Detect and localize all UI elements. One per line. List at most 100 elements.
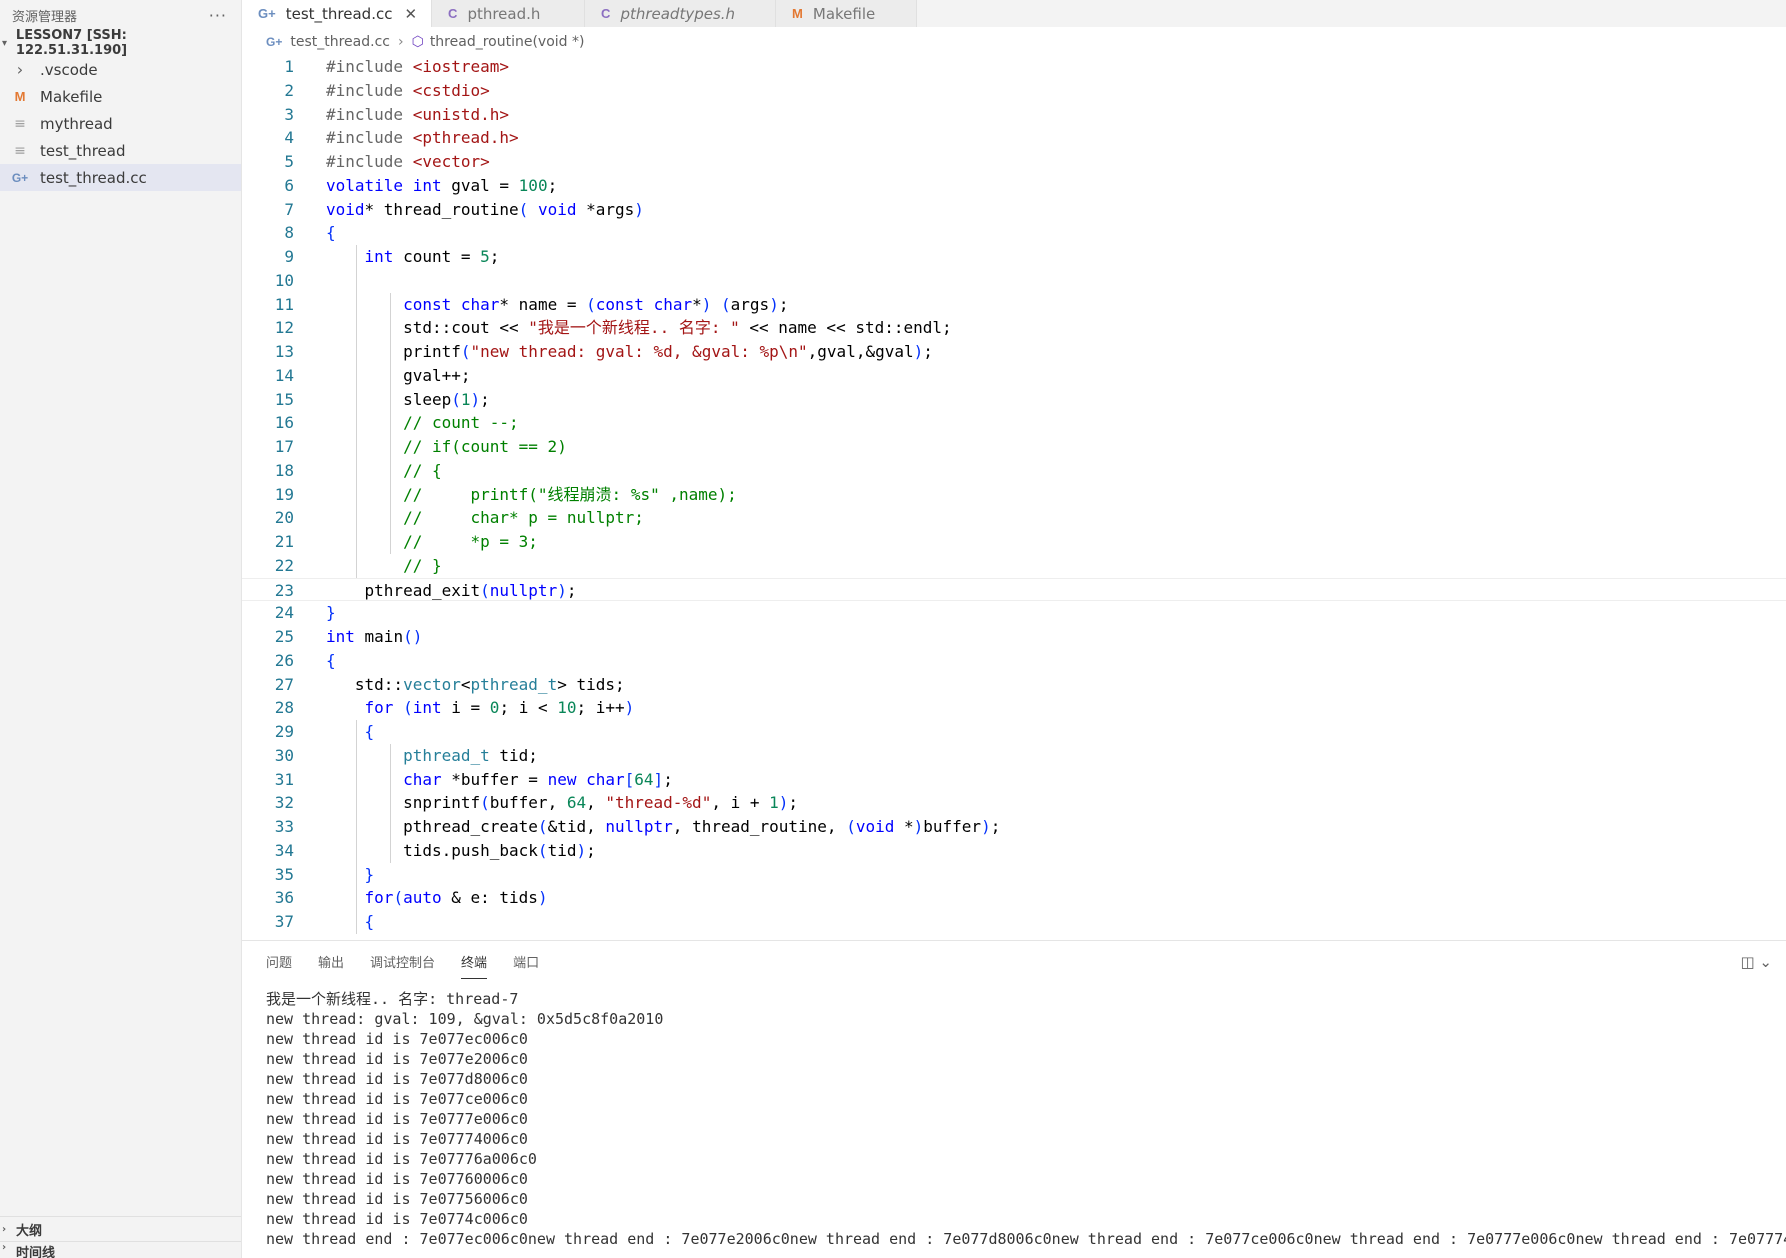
close-icon[interactable]: ✕ (404, 5, 417, 23)
line-number: 19 (274, 484, 294, 504)
line-number: 12 (274, 318, 294, 338)
code-line[interactable]: 6 volatile int gval = 100; (242, 174, 1786, 198)
code-line[interactable]: 34 tids.push_back(tid); (242, 839, 1786, 863)
tab-pthread-h[interactable]: C pthread.h (432, 0, 586, 27)
tree-item-mythread[interactable]: ≡ mythread (0, 110, 241, 137)
code-line[interactable]: 26 { (242, 649, 1786, 673)
line-number: 31 (274, 769, 294, 789)
code-line[interactable]: 37 { (242, 910, 1786, 934)
tree-item-label: Makefile (40, 87, 103, 106)
code-line[interactable]: 28 for (int i = 0; i < 10; i++) (242, 696, 1786, 720)
split-panel-icon[interactable]: ◫ ⌄ (1740, 953, 1772, 971)
explorer-title: 资源管理器 (12, 9, 78, 25)
code-line[interactable]: 4 #include <pthread.h> (242, 126, 1786, 150)
terminal-line: new thread id is 7e0774c006c0 (266, 1210, 528, 1228)
tab-label: pthread.h (467, 4, 541, 23)
code-line[interactable]: 33 pthread_create(&tid, nullptr, thread_… (242, 815, 1786, 839)
code-line[interactable]: 15 sleep(1); (242, 388, 1786, 412)
code-line[interactable]: 23 pthread_exit(nullptr); (242, 577, 1786, 602)
code-line[interactable]: 27 std::vector<pthread_t> tids; (242, 673, 1786, 697)
code-line[interactable]: 10 (242, 269, 1786, 293)
line-number: 16 (274, 413, 294, 433)
tab-test-thread-cc[interactable]: G+ test_thread.cc ✕ (242, 0, 433, 27)
line-number: 20 (274, 508, 294, 528)
tab-label: pthreadtypes.h (620, 4, 736, 23)
tree-item-vscode[interactable]: › .vscode (0, 56, 241, 83)
code-line[interactable]: 25 int main() (242, 625, 1786, 649)
code-line[interactable]: 14 gval++; (242, 364, 1786, 388)
code-line[interactable]: 21 // *p = 3; (242, 530, 1786, 554)
code-line[interactable]: 16 // count --; (242, 411, 1786, 435)
code-line[interactable]: 12 std::cout << "我是一个新线程.. 名字: " << name… (242, 316, 1786, 340)
code-line[interactable]: 36 for(auto & e: tids) (242, 886, 1786, 910)
code-line[interactable]: 7 void* thread_routine( void *args) (242, 198, 1786, 222)
tab-problems[interactable]: 问题 (266, 942, 292, 981)
code-text: #include <vector> (326, 152, 490, 171)
explorer-sidebar: 资源管理器 ··· ▾ LESSON7 [SSH: 122.51.31.190]… (0, 0, 242, 1258)
line-number: 4 (284, 128, 294, 148)
breadcrumb-symbol[interactable]: thread_routine(void *) (430, 34, 585, 50)
tree-item-makefile[interactable]: M Makefile (0, 83, 241, 110)
tab-debug-console[interactable]: 调试控制台 (370, 942, 435, 981)
tab-ports[interactable]: 端口 (513, 942, 539, 981)
code-text: for (int i = 0; i < 10; i++) (364, 698, 635, 718)
code-line[interactable]: 35 } (242, 863, 1786, 887)
code-line[interactable]: 30 pthread_t tid; (242, 744, 1786, 768)
tab-makefile[interactable]: M Makefile (776, 0, 918, 27)
terminal-line: new thread id is 7e07776a006c0 (266, 1150, 537, 1168)
line-number: 36 (274, 888, 294, 908)
code-line[interactable]: 32 snprintf(buffer, 64, "thread-%d", i +… (242, 791, 1786, 815)
tree-item-test-thread[interactable]: ≡ test_thread (0, 137, 241, 164)
code-line[interactable]: 5 #include <vector> (242, 150, 1786, 174)
chevron-right-icon: › (397, 34, 404, 50)
outline-section[interactable]: › 大纲 (0, 1216, 241, 1241)
code-line[interactable]: 20 // char* p = nullptr; (242, 506, 1786, 530)
code-text: char *buffer = new char[64]; (403, 769, 673, 789)
code-line[interactable]: 19 // printf("线程崩溃: %s" ,name); (242, 483, 1786, 507)
code-line[interactable]: 17 // if(count == 2) (242, 435, 1786, 459)
tab-terminal[interactable]: 终端 (461, 942, 488, 981)
line-number: 9 (284, 247, 294, 266)
tree-item-test-thread-cc[interactable]: G+ test_thread.cc (0, 164, 241, 191)
breadcrumb-file[interactable]: test_thread.cc (290, 34, 390, 50)
workspace-root-label: LESSON7 [SSH: 122.51.31.190] (15, 28, 128, 58)
terminal-line: new thread: gval: 109, &gval: 0x5d5c8f0a… (266, 1010, 664, 1028)
code-line[interactable]: 1 #include <iostream> (242, 55, 1786, 79)
line-number: 32 (274, 793, 294, 813)
workspace-root[interactable]: ▾ LESSON7 [SSH: 122.51.31.190] (0, 28, 241, 58)
timeline-section[interactable]: › 时间线 (0, 1241, 241, 1258)
more-actions-icon[interactable]: ··· (209, 6, 227, 25)
code-text: pthread_create(&tid, nullptr, thread_rou… (326, 817, 1001, 836)
tab-pthreadtypes-h[interactable]: C pthreadtypes.h (585, 0, 777, 27)
line-number: 13 (274, 342, 294, 361)
code-text: volatile int gval = 100; (326, 175, 558, 195)
code-text: // } (403, 555, 442, 575)
code-line[interactable]: 31 char *buffer = new char[64]; (242, 768, 1786, 792)
terminal-line: new thread id is 7e077e2006c0 (266, 1050, 528, 1068)
line-number: 30 (274, 745, 294, 765)
code-editor[interactable]: 1 #include <iostream> 2 #include <cstdio> 3 #… (242, 55, 1786, 939)
file-icon: ≡ (14, 115, 26, 132)
line-number: 28 (274, 698, 294, 718)
code-text: int count = 5; (364, 247, 500, 266)
code-line[interactable]: 24} (242, 601, 1786, 625)
code-text: snprintf(buffer, 64, "thread-%d", i + 1)… (326, 793, 799, 813)
code-line[interactable]: 22 // } (242, 554, 1786, 578)
code-line[interactable]: 11 const char* name = (const char*) (arg… (242, 293, 1786, 317)
code-text: const char* name = (const char*) (args); (403, 294, 789, 314)
code-line[interactable]: 9 int count = 5; (242, 245, 1786, 269)
code-line[interactable]: 3 #include <unistd.h> (242, 103, 1786, 127)
code-line[interactable]: 2 #include <cstdio> (242, 79, 1786, 103)
tab-output[interactable]: 输出 (318, 942, 344, 981)
outline-label: 大纲 (16, 1223, 43, 1239)
code-text: // { (403, 460, 442, 480)
code-text: // *p = 3; (403, 532, 538, 551)
code-line[interactable]: 13 printf("new thread: gval: %d, &gval: … (242, 340, 1786, 364)
indent-guide (390, 743, 391, 863)
terminal-output[interactable]: 我是一个新线程.. 名字: thread-7 new thread: gval: … (266, 989, 1786, 1249)
code-line[interactable]: 29 { (242, 720, 1786, 744)
code-line[interactable]: 18 // { (242, 459, 1786, 483)
line-number: 5 (284, 152, 294, 171)
terminal-line: new thread id is 7e077ce006c0 (266, 1090, 528, 1108)
code-line[interactable]: 8{ (242, 221, 1786, 245)
